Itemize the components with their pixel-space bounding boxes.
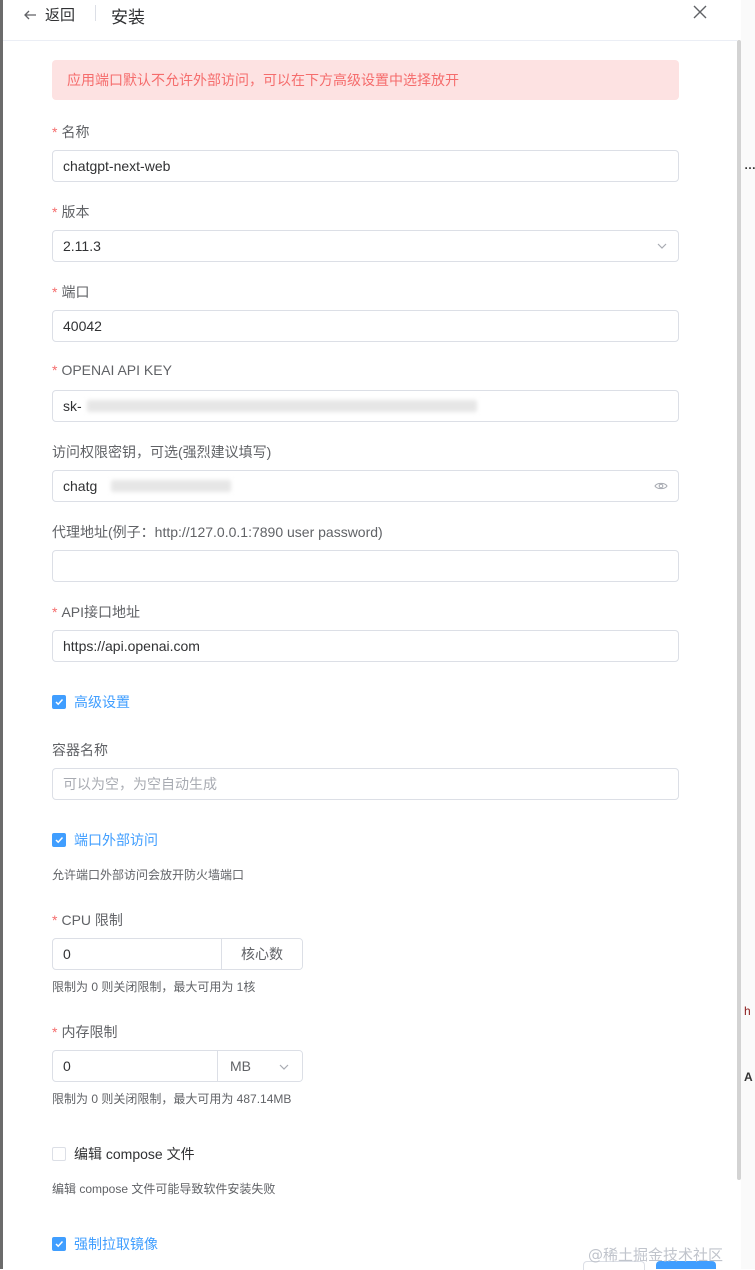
memory-limit-label: * 内存限制 — [52, 1024, 118, 1040]
version-label: * 版本 — [52, 204, 90, 220]
allow-port-checkbox[interactable]: 端口外部访问 — [52, 830, 158, 850]
cpu-unit: 核心数 — [221, 939, 302, 969]
port-warning-alert: 应用端口默认不允许外部访问，可以在下方高级设置中选择放开 — [52, 60, 679, 100]
close-icon[interactable] — [693, 5, 707, 22]
back-label: 返回 — [45, 7, 76, 24]
background-text-a: A — [744, 1070, 753, 1084]
chevron-down-icon — [656, 231, 668, 261]
watermark: @稀土掘金技术社区 — [588, 1246, 724, 1264]
memory-unit-select[interactable]: MB — [217, 1051, 302, 1081]
port-input[interactable]: 40042 — [52, 310, 679, 342]
memory-limit-help: 限制为 0 则关闭限制，最大可用为 487.14MB — [52, 1092, 292, 1106]
edit-compose-checkbox[interactable]: 编辑 compose 文件 — [52, 1144, 195, 1164]
api-key-label: * OPENAI API KEY — [52, 362, 172, 378]
chevron-down-icon — [278, 1051, 290, 1081]
api-key-input[interactable]: sk- — [52, 390, 679, 422]
cpu-limit-input[interactable]: 0 — [53, 939, 221, 969]
proxy-label: 代理地址(例子：http://127.0.0.1:7890 user passw… — [52, 524, 383, 540]
back-button[interactable]: 返回 — [23, 4, 75, 25]
install-drawer: 返回 安装 应用端口默认不允许外部访问，可以在下方高级设置中选择放开 * 名称 c… — [3, 0, 737, 1270]
cpu-limit-input-group: 0 核心数 — [52, 938, 303, 970]
redacted-text — [111, 480, 231, 492]
cpu-limit-label: * CPU 限制 — [52, 912, 123, 928]
container-name-input[interactable]: 可以为空，为空自动生成 — [52, 768, 679, 800]
advanced-settings-checkbox[interactable]: 高级设置 — [52, 692, 130, 712]
allow-port-help: 允许端口外部访问会放开防火墙端口 — [52, 868, 245, 882]
base-url-label: * API接口地址 — [52, 604, 141, 620]
check-icon — [52, 833, 66, 847]
memory-limit-input[interactable]: 0 — [53, 1051, 217, 1081]
container-name-label: 容器名称 — [52, 742, 108, 758]
access-code-label: 访问权限密钥，可选(强烈建议填写) — [52, 444, 272, 460]
compose-help: 编辑 compose 文件可能导致软件安装失败 — [52, 1182, 276, 1196]
cpu-limit-help: 限制为 0 则关闭限制，最大可用为 1核 — [52, 980, 256, 994]
scrollbar[interactable] — [737, 40, 741, 1180]
name-input[interactable]: chatgpt-next-web — [52, 150, 679, 182]
redacted-text — [87, 400, 477, 412]
check-icon — [52, 695, 66, 709]
check-icon — [52, 1237, 66, 1251]
version-select[interactable]: 2.11.3 — [52, 230, 679, 262]
background-text-h: h — [744, 1004, 751, 1018]
page-title: 安装 — [111, 8, 145, 27]
background-ellipsis: … — [744, 158, 755, 172]
base-url-input[interactable]: https://api.openai.com — [52, 630, 679, 662]
arrow-left-icon — [23, 8, 37, 22]
port-label: * 端口 — [52, 284, 90, 300]
eye-icon[interactable] — [654, 471, 668, 501]
memory-limit-input-group: 0 MB — [52, 1050, 303, 1082]
checkbox-box — [52, 1147, 66, 1161]
name-label: * 名称 — [52, 124, 90, 140]
proxy-input[interactable] — [52, 550, 679, 582]
force-pull-image-checkbox[interactable]: 强制拉取镜像 — [52, 1234, 158, 1254]
header-divider — [95, 5, 96, 21]
drawer-header: 返回 安装 — [3, 0, 737, 41]
access-code-input[interactable]: chatg — [52, 470, 679, 502]
